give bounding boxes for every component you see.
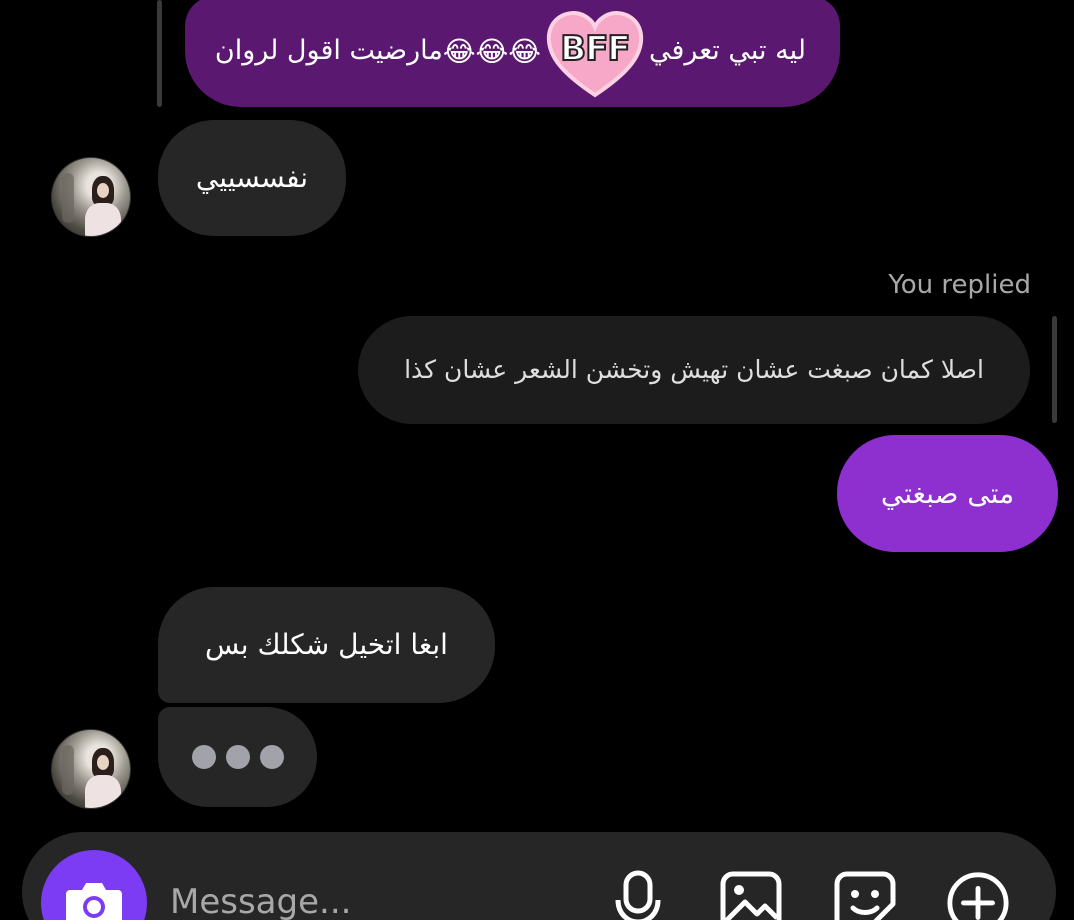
gallery-button[interactable] [719,870,783,920]
typing-indicator [158,707,317,807]
camera-icon [66,883,122,920]
gallery-icon [720,871,782,920]
typing-dot [259,745,284,769]
microphone-icon [615,870,661,920]
outgoing-message[interactable]: متى صبغتي [837,435,1058,552]
incoming-message[interactable]: نفسسييي [158,120,346,236]
replied-label: You replied [888,270,1031,300]
sticker-icon [834,871,896,920]
incoming-message[interactable]: ابغا اتخيل شكلك بس [158,587,495,703]
more-options-button[interactable] [946,870,1010,920]
contact-avatar[interactable] [51,729,131,809]
quoted-message-bubble[interactable]: ليه تبي تعرفي BFF 😂😂😂 مارضيت اقول لروان [185,0,840,107]
typing-dot [225,745,250,769]
typing-dot [191,745,216,769]
sticker-button[interactable] [833,870,897,920]
bff-heart-sticker: BFF [545,7,645,97]
quoted-message-text-end: مارضيت اقول لروان [214,35,443,67]
sticker-label: BFF [559,28,631,70]
reply-quote-bar [1052,316,1057,423]
microphone-button[interactable] [606,870,670,920]
reply-quote-bar [157,0,162,107]
quoted-message-text-start: ليه تبي تعرفي [648,35,806,67]
message-input[interactable] [170,878,570,920]
laughing-emoji-icon: 😂😂😂 [442,34,541,68]
plus-circle-icon [947,872,1009,920]
replied-to-message[interactable]: اصلا كمان صبغت عشان تهيش وتخشن الشعر عشا… [358,316,1030,424]
contact-avatar[interactable] [51,157,131,237]
